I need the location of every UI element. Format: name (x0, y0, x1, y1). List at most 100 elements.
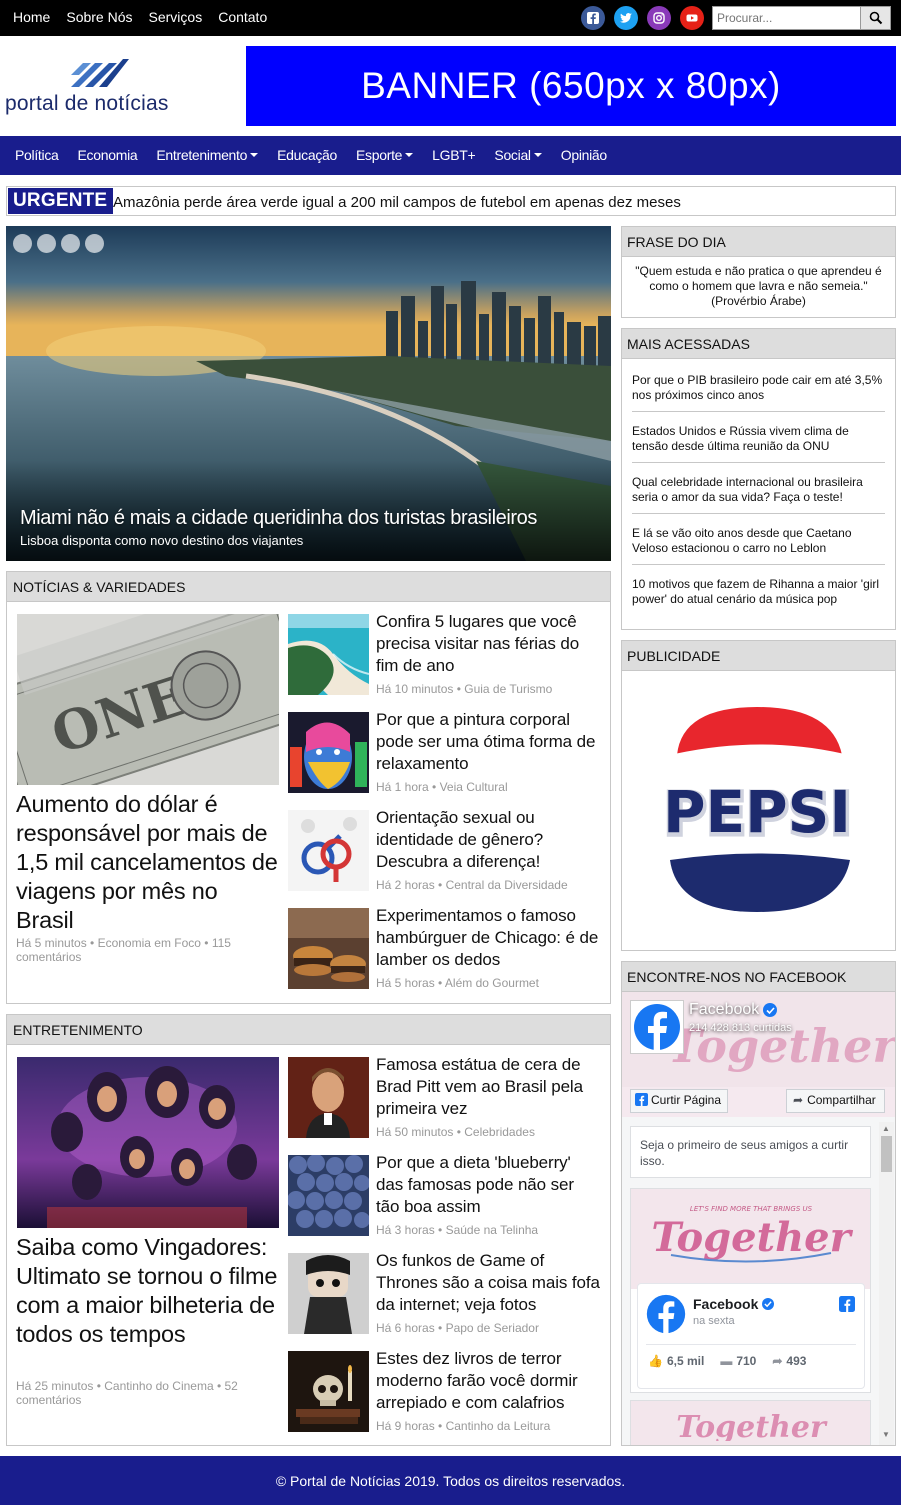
most-read-item[interactable]: Por que o PIB brasileiro pode cair em at… (632, 361, 885, 412)
top-nav-sobre[interactable]: Sobre Nós (66, 9, 132, 25)
site-logo[interactable]: portal de notícias (5, 55, 205, 120)
top-nav-home[interactable]: Home (13, 9, 50, 25)
most-read-box: MAIS ACESSADAS Por que o PIB brasileiro … (621, 328, 896, 630)
item-title[interactable]: Confira 5 lugares que você precisa visit… (376, 611, 601, 677)
instagram-icon[interactable] (647, 6, 671, 30)
item-title[interactable]: Estes dez livros de terror moderno farão… (376, 1348, 601, 1414)
item-title[interactable]: Orientação sexual ou identidade de gêner… (376, 807, 601, 873)
facebook-icon[interactable] (839, 1296, 855, 1317)
divider (646, 1344, 856, 1345)
nav-item-esporte[interactable]: Esporte (356, 147, 414, 163)
item-title[interactable]: Por que a dieta 'blueberry' das famosas … (376, 1152, 601, 1218)
fb-page-name[interactable]: Facebook (689, 1001, 778, 1019)
fb-post-author[interactable]: Facebook (693, 1296, 775, 1312)
main-story-title[interactable]: Aumento do dólar é responsável por mais … (16, 790, 281, 935)
fb-likes-count: 214.428.813 curtidas (689, 1022, 792, 1034)
list-item[interactable]: Por que a dieta 'blueberry' das famosas … (287, 1152, 607, 1237)
facebook-icon (635, 1093, 648, 1106)
caret-down-icon (533, 153, 542, 157)
fb-reactions[interactable]: 👍 6,5 mil (648, 1354, 704, 1368)
nav-item-politica[interactable]: Política (15, 147, 59, 163)
fb-shares[interactable]: ➦ 493 (772, 1354, 806, 1368)
most-read-item[interactable]: E lá se vão oito anos desde que Caetano … (632, 514, 885, 565)
facebook-icon (634, 1004, 680, 1051)
blueberry-thumbnail (288, 1155, 369, 1236)
urgent-ticker: URGENTE Amazônia perde área verde igual … (6, 186, 896, 216)
fb-cover: Together Facebook 214.428.813 curtidas C… (622, 992, 895, 1117)
fb-scrollbar[interactable]: ▲ ▼ (879, 1122, 894, 1445)
item-title[interactable]: Por que a pintura corporal pode ser uma … (376, 709, 601, 775)
slider-dot[interactable] (85, 234, 104, 253)
gender-symbols-thumbnail (288, 810, 369, 891)
quote-author: (Provérbio Árabe) (711, 294, 806, 308)
box-heading: MAIS ACESSADAS (622, 329, 895, 359)
slider-dot[interactable] (37, 234, 56, 253)
facebook-icon[interactable] (581, 6, 605, 30)
most-read-item[interactable]: Qual celebridade internacional ou brasil… (632, 463, 885, 514)
list-item[interactable]: Confira 5 lugares que você precisa visit… (287, 611, 607, 696)
most-read-item[interactable]: 10 motivos que fazem de Rihanna a maior … (632, 565, 885, 616)
ad-box: PUBLICIDADE PEPSI PEPSI (621, 640, 896, 951)
scroll-up-icon[interactable]: ▲ (882, 1124, 890, 1133)
quote-box: FRASE DO DIA "Quem estuda e não pratica … (621, 226, 896, 318)
section-noticias: NOTÍCIAS & VARIEDADES ONE Aumento do dól… (6, 571, 611, 1004)
search-input[interactable] (712, 6, 861, 30)
nav-item-entretenimento[interactable]: Entretenimento (156, 147, 259, 163)
top-nav-servicos[interactable]: Serviços (149, 9, 203, 25)
verified-badge-icon (762, 1298, 775, 1310)
slider-dot[interactable] (61, 234, 80, 253)
nav-item-opiniao[interactable]: Opinião (561, 147, 607, 163)
list-item[interactable]: Estes dez livros de terror moderno farão… (287, 1348, 607, 1433)
fb-page-avatar[interactable] (630, 1000, 684, 1054)
list-item[interactable]: Os funkos de Game of Thrones são a coisa… (287, 1250, 607, 1335)
beach-thumbnail (288, 614, 369, 695)
quote-text: "Quem estuda e não pratica o que aprende… (635, 264, 882, 308)
fb-scrollbar-thumb[interactable] (881, 1136, 892, 1172)
box-heading: ENCONTRE-NOS NO FACEBOOK (622, 962, 895, 992)
main-story-title[interactable]: Saiba como Vingadores: Ultimato se torno… (16, 1233, 281, 1349)
item-title[interactable]: Os funkos de Game of Thrones são a coisa… (376, 1250, 601, 1316)
dollar-image[interactable]: ONE (17, 614, 279, 785)
nav-item-economia[interactable]: Economia (78, 147, 138, 163)
search-button[interactable] (861, 6, 891, 30)
avengers-image[interactable] (17, 1057, 279, 1228)
fb-next-post: Together (630, 1400, 871, 1445)
section-heading: ENTRETENIMENTO (7, 1015, 610, 1045)
hero-slider[interactable]: Miami não é mais a cidade queridinha dos… (6, 226, 611, 561)
nav-item-educacao[interactable]: Educação (277, 147, 337, 163)
box-heading: PUBLICIDADE (622, 641, 895, 671)
logo-name: portal de notícias (5, 92, 169, 115)
nav-item-social[interactable]: Social (494, 147, 542, 163)
verified-badge-icon (763, 1003, 778, 1017)
pepsi-logo: PEPSI PEPSI (662, 707, 855, 912)
list-item[interactable]: Experimentamos o famoso hambúrguer de Ch… (287, 905, 607, 990)
fb-share-button[interactable]: ➦ Compartilhar (786, 1089, 885, 1113)
search-form (712, 6, 891, 30)
twitter-icon[interactable] (614, 6, 638, 30)
hero-title[interactable]: Miami não é mais a cidade queridinha dos… (20, 507, 537, 530)
thumbs-up-icon: 👍 (648, 1354, 663, 1368)
fb-post-card[interactable]: Facebook na sexta 👍 6,5 mil ▬ 710 ➦ 493 (637, 1283, 865, 1389)
pepsi-ad[interactable]: PEPSI PEPSI (622, 672, 895, 950)
nav-item-lgbt[interactable]: LGBT+ (432, 147, 476, 163)
youtube-icon[interactable] (680, 6, 704, 30)
list-item[interactable]: Famosa estátua de cera de Brad Pitt vem … (287, 1054, 607, 1139)
most-read-item[interactable]: Estados Unidos e Rússia vivem clima de t… (632, 412, 885, 463)
item-meta: Há 6 horas • Papo de Seriador (376, 1321, 539, 1335)
top-bar: Home Sobre Nós Serviços Contato (0, 0, 901, 36)
main-story-meta: Há 5 minutos • Economia em Foco • 115 co… (16, 936, 231, 964)
list-item[interactable]: Orientação sexual ou identidade de gêner… (287, 807, 607, 892)
top-nav-contato[interactable]: Contato (218, 9, 267, 25)
fb-post: LET'S FIND MORE THAT BRINGS US Together … (630, 1188, 871, 1393)
svg-text:Together: Together (676, 1410, 828, 1441)
ad-banner[interactable]: BANNER (650px x 80px) (246, 46, 896, 126)
fb-like-page-button[interactable]: Curtir Página (630, 1089, 729, 1113)
slider-dot[interactable] (13, 234, 32, 253)
item-title[interactable]: Experimentamos o famoso hambúrguer de Ch… (376, 905, 601, 971)
item-title[interactable]: Famosa estátua de cera de Brad Pitt vem … (376, 1054, 601, 1120)
fb-comments[interactable]: ▬ 710 (720, 1354, 756, 1368)
scroll-down-icon[interactable]: ▼ (882, 1430, 890, 1439)
top-nav: Home Sobre Nós Serviços Contato (13, 9, 283, 25)
list-item[interactable]: Por que a pintura corporal pode ser uma … (287, 709, 607, 794)
urgent-headline[interactable]: Amazônia perde área verde igual a 200 mi… (113, 194, 681, 211)
